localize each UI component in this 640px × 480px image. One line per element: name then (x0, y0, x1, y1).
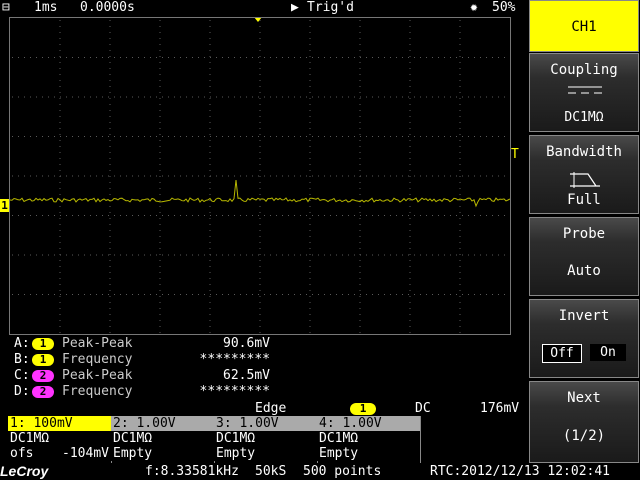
frequency-counter: f:8.33581kHz (145, 464, 239, 479)
channel-scale: 2: 1.00V (111, 416, 214, 431)
run-icon: ▶ (291, 0, 299, 15)
channel-coupling: DC1MΩ (8, 431, 111, 446)
channel-box-3[interactable]: 3: 1.00V DC1MΩ Empty (214, 416, 318, 463)
brightness-value: 50% (492, 0, 516, 15)
menu-bandwidth-button[interactable]: Bandwidth Full (529, 135, 639, 214)
invert-off-option[interactable]: Off (542, 344, 582, 363)
measurement-channel-badge: 1 (32, 354, 54, 366)
channel-scale: 1: 100mV (8, 416, 111, 431)
trigger-coupling: DC (415, 401, 431, 416)
channel-coupling: DC1MΩ (317, 431, 420, 446)
menu-probe-button[interactable]: Probe Auto (529, 217, 639, 296)
measurement-name: Peak-Peak (62, 368, 133, 383)
trigger-info: Edge 1 DC 176mV (250, 401, 530, 429)
invert-on-option[interactable]: On (590, 344, 626, 361)
menu-title: CH1 (571, 19, 597, 35)
bandwidth-value: Full (567, 192, 601, 208)
next-label: Next (567, 390, 601, 406)
measurement-channel-badge: 1 (32, 338, 54, 350)
measurement-slot: A: (14, 336, 30, 351)
timebase-icon: ⊟ (2, 0, 10, 15)
coupling-label: Coupling (550, 62, 618, 78)
measurement-row[interactable]: C: 2 Peak-Peak 62.5mV (14, 368, 274, 384)
channel-box-4[interactable]: 4: 1.00V DC1MΩ Empty (317, 416, 421, 463)
bandwidth-label: Bandwidth (546, 144, 622, 160)
channel-offset-row: Empty (111, 446, 214, 461)
bottom-status-bar: LeCroy f:8.33581kHz 50kS 500 points RTC:… (0, 463, 640, 480)
grid-lines (12, 20, 505, 333)
measurement-row[interactable]: A: 1 Peak-Peak 90.6mV (14, 336, 274, 352)
probe-label: Probe (562, 226, 606, 242)
invert-label: Invert (558, 308, 610, 324)
measurement-name: Frequency (62, 352, 133, 367)
coupling-value: DC1MΩ (564, 110, 604, 125)
menu-invert-button[interactable]: Invert Off On (529, 299, 639, 378)
timebase-value: 1ms (34, 0, 58, 15)
sample-rate: 50kS (255, 464, 287, 479)
measurement-name: Peak-Peak (62, 336, 133, 351)
measurement-row[interactable]: B: 1 Frequency ********* (14, 352, 274, 368)
waveform-display[interactable] (9, 17, 511, 335)
channel1-ground-marker[interactable]: 1 (0, 199, 9, 212)
lecroy-logo: LeCroy (0, 463, 49, 479)
probe-value: Auto (567, 263, 601, 279)
record-length: 500 points (303, 464, 382, 479)
measurement-name: Frequency (62, 384, 133, 399)
measurement-value: ********* (199, 384, 270, 399)
trigger-level: 176mV (480, 401, 520, 416)
channel-coupling: DC1MΩ (214, 431, 317, 446)
menu-ch1-title[interactable]: CH1 (529, 0, 639, 52)
measurement-value: 90.6mV (223, 336, 270, 351)
channel-offset-label: Empty (216, 446, 256, 461)
rtc-clock: RTC:2012/12/13 12:02:41 (430, 464, 611, 479)
measurement-value: 62.5mV (223, 368, 270, 383)
trigger-type: Edge (255, 401, 287, 416)
channel-coupling: DC1MΩ (111, 431, 214, 446)
channel-offset-label: ofs (10, 446, 34, 461)
channel-scale: 3: 1.00V (214, 416, 317, 431)
measurement-slot: C: (14, 368, 30, 383)
run-state: Trig'd (307, 0, 354, 15)
measurement-channel-badge: 2 (32, 386, 54, 398)
channel-box-1[interactable]: 1: 100mV DC1MΩ ofs -104mV (8, 416, 112, 463)
channel-offset-value: -104mV (62, 446, 109, 461)
channel-offset-label: Empty (113, 446, 153, 461)
measurement-channel-badge: 2 (32, 370, 54, 382)
channel1-trace (10, 179, 510, 208)
measurement-slot: D: (14, 384, 30, 399)
channel-offset-row: ofs -104mV (8, 446, 111, 461)
channel-scale: 4: 1.00V (317, 416, 420, 431)
channel-offset-label: Empty (319, 446, 359, 461)
measurement-row[interactable]: D: 2 Frequency ********* (14, 384, 274, 400)
measurement-value: ********* (199, 352, 270, 367)
channel-offset-row: Empty (317, 446, 420, 461)
menu-next-button[interactable]: Next (1/2) (529, 381, 639, 463)
trigger-level-marker[interactable]: T (511, 148, 519, 162)
top-status-bar: ⊟ 1ms 0.0000s ▶ Trig'd ✹ 50% (0, 0, 526, 16)
next-page-indicator: (1/2) (562, 428, 606, 444)
dc-coupling-icon (566, 84, 604, 100)
channel-box-2[interactable]: 2: 1.00V DC1MΩ Empty (111, 416, 215, 463)
delay-value: 0.0000s (80, 0, 135, 15)
menu-coupling-button[interactable]: Coupling DC1MΩ (529, 53, 639, 132)
waveform-grid (10, 20, 510, 333)
measurement-slot: B: (14, 352, 30, 367)
brightness-icon: ✹ (470, 0, 478, 15)
channel-offset-row: Empty (214, 446, 317, 461)
trigger-source-badge: 1 (350, 403, 376, 415)
bandwidth-filter-icon (568, 170, 602, 194)
